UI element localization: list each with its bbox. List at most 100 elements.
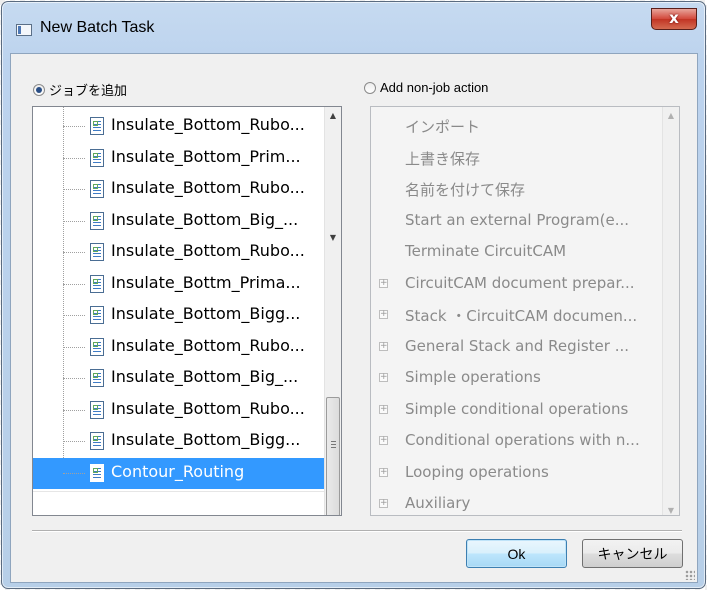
action-list-item-label: Terminate CircuitCAM <box>405 242 567 260</box>
action-list-item-label: インポート <box>405 118 481 136</box>
add-job-label: ジョブを追加 <box>49 83 128 98</box>
nonjob-action-list[interactable]: インポート上書き保存名前を付けて保存 Start an external Prog… <box>370 106 680 516</box>
scroll-up-arrow-icon[interactable]: ▲ <box>325 107 341 124</box>
job-tree-item-label: Insulate_Bottom_Rubo... <box>111 398 305 418</box>
tree-connector <box>63 283 85 285</box>
tree-connector <box>63 157 85 159</box>
job-document-icon <box>90 400 104 419</box>
job-document-icon <box>90 180 104 198</box>
window-title: New Batch Task <box>40 19 155 36</box>
job-tree-item[interactable]: Insulate_Bottom_Rubo... <box>33 111 328 142</box>
add-nonjob-label: Add non-job action <box>380 80 489 95</box>
add-job-radio[interactable]: ジョブを追加 <box>33 80 127 99</box>
expand-plus-icon[interactable]: + <box>379 373 388 382</box>
tree-connector <box>63 409 85 411</box>
job-tree-list[interactable]: Insulate_Bottom_Rubo... Insulate_Bottom_P… <box>32 106 342 516</box>
close-button[interactable]: x <box>651 8 697 30</box>
scroll-thumb[interactable] <box>326 397 340 515</box>
job-tree-item[interactable]: Insulate_Bottom_Big_... <box>33 363 328 394</box>
job-tree-item-label: Insulate_Bottom_Big_... <box>111 209 299 229</box>
tree-connector <box>63 315 85 316</box>
job-tree-item-label: Insulate_Bottom_Big_... <box>111 367 299 386</box>
tree-connector <box>63 189 85 190</box>
job-tree-item-label: Insulate_Bottom_Bigg... <box>111 430 301 449</box>
job-tree-item-label: Insulate_Bottom_Bigg... <box>111 304 301 323</box>
job-tree-item[interactable]: Insulate_Bottom_Bigg... <box>33 426 328 457</box>
expand-plus-icon[interactable]: + <box>379 341 388 351</box>
scroll-grip-icon <box>331 441 336 448</box>
job-tree-item-label: Insulate_Bottom_Prim... <box>111 146 301 166</box>
tree-connector <box>63 378 85 379</box>
action-list-item[interactable]: + Looping operations <box>371 457 665 488</box>
job-document-icon <box>90 463 104 482</box>
tree-connector <box>63 252 85 253</box>
job-tree-item[interactable]: Insulate_Bottom_Rubo... <box>33 332 328 363</box>
action-list-item-label: CircuitCAM document prepar... <box>405 273 635 292</box>
action-list-item[interactable]: + Simple operations <box>371 362 665 393</box>
action-list-item[interactable]: 名前を付けて保存 <box>371 173 665 204</box>
expand-plus-icon[interactable]: + <box>379 467 388 477</box>
job-tree-item[interactable]: Contour_Routing <box>33 457 328 489</box>
tree-connector <box>63 472 85 474</box>
job-tree-item[interactable]: Insulate_Bottom_Rubo... <box>33 237 328 268</box>
job-tree-item[interactable]: Insulate_Bottom_Rubo... <box>33 395 328 426</box>
action-list-item-label: General Stack and Register ... <box>405 336 629 355</box>
action-list-item-label: Start an external Program(e... <box>405 210 630 229</box>
tree-connector <box>63 220 85 222</box>
action-list-item[interactable]: + CircuitCAM document prepar... <box>371 268 665 299</box>
action-list-item-label: Simple operations <box>405 368 541 386</box>
job-tree-item-label: Insulate_Bottom_Rubo... <box>111 115 305 134</box>
expand-plus-icon[interactable]: + <box>379 404 388 414</box>
tree-connector <box>63 346 85 348</box>
action-list-item[interactable]: Terminate CircuitCAM <box>371 236 665 267</box>
job-tree-item[interactable]: Insulate_Bottom_Prim... <box>33 143 328 174</box>
action-list-item[interactable]: Start an external Program(e... <box>371 205 665 236</box>
scroll-down-arrow-icon[interactable]: ▼ <box>325 229 341 246</box>
add-nonjob-radio[interactable]: Add non-job action <box>364 80 488 95</box>
dialog-window: New Batch Task x ジョブを追加 Add non-job acti… <box>1 1 706 589</box>
action-list-scrollbar[interactable]: ▲ ▼ <box>662 107 679 515</box>
job-document-icon <box>90 148 104 167</box>
dialog-body: ジョブを追加 Add non-job action Insulate_Botto… <box>10 53 698 583</box>
ok-button[interactable]: Ok <box>466 539 567 568</box>
job-tree-item[interactable]: Insulate_Bottom_Bigg... <box>33 300 328 331</box>
expand-plus-icon[interactable]: + <box>379 278 388 288</box>
action-list-item[interactable]: + Stack ・CircuitCAM documen... <box>371 299 665 330</box>
job-list-scrollbar[interactable]: ▲ ▼ <box>324 107 341 515</box>
expand-plus-icon[interactable]: + <box>379 499 388 508</box>
cancel-button[interactable]: キャンセル <box>582 539 683 568</box>
tree-connector <box>63 126 85 127</box>
expand-plus-icon[interactable]: + <box>379 310 388 319</box>
action-list-item[interactable]: + General Stack and Register ... <box>371 331 665 362</box>
job-document-icon <box>90 337 104 356</box>
title-bar[interactable]: New Batch Task x <box>2 2 705 50</box>
tree-end-line <box>33 491 327 492</box>
action-list-item[interactable]: + Simple conditional operations <box>371 394 665 425</box>
resize-grip-icon[interactable] <box>685 570 695 580</box>
job-document-icon <box>90 211 104 230</box>
action-list-item-label: 上書き保存 <box>405 149 481 168</box>
job-document-icon <box>90 117 104 135</box>
job-document-icon <box>90 243 104 261</box>
action-list-item-label: Conditional operations with n... <box>405 431 640 449</box>
job-document-icon <box>90 306 104 324</box>
action-list-item[interactable]: 上書き保存 <box>371 142 665 173</box>
action-list-item[interactable]: + Conditional operations with n... <box>371 425 665 456</box>
job-tree-item[interactable]: Insulate_Bottm_Prima... <box>33 269 328 300</box>
radio-unchecked-icon[interactable] <box>364 81 376 94</box>
job-document-icon <box>90 432 104 450</box>
action-list-item-label: Stack ・CircuitCAM documen... <box>405 307 638 325</box>
expand-plus-icon[interactable]: + <box>379 436 388 445</box>
scroll-down-arrow-icon[interactable]: ▼ <box>663 502 679 515</box>
job-tree-item-label: Contour_Routing <box>111 461 245 481</box>
job-document-icon <box>90 369 104 387</box>
job-tree-item[interactable]: Insulate_Bottom_Rubo... <box>33 174 328 205</box>
action-list-item-label: Auxiliary <box>405 494 471 512</box>
job-tree-item[interactable]: Insulate_Bottom_Big_... <box>33 206 328 237</box>
action-list-item[interactable]: インポート <box>371 110 665 141</box>
radio-checked-icon[interactable] <box>33 83 45 96</box>
window-icon <box>16 24 32 36</box>
scroll-up-arrow-icon[interactable]: ▲ <box>663 107 679 124</box>
action-list-item[interactable]: + Auxiliary <box>371 488 665 515</box>
job-tree-item-label: Insulate_Bottom_Rubo... <box>111 335 305 355</box>
